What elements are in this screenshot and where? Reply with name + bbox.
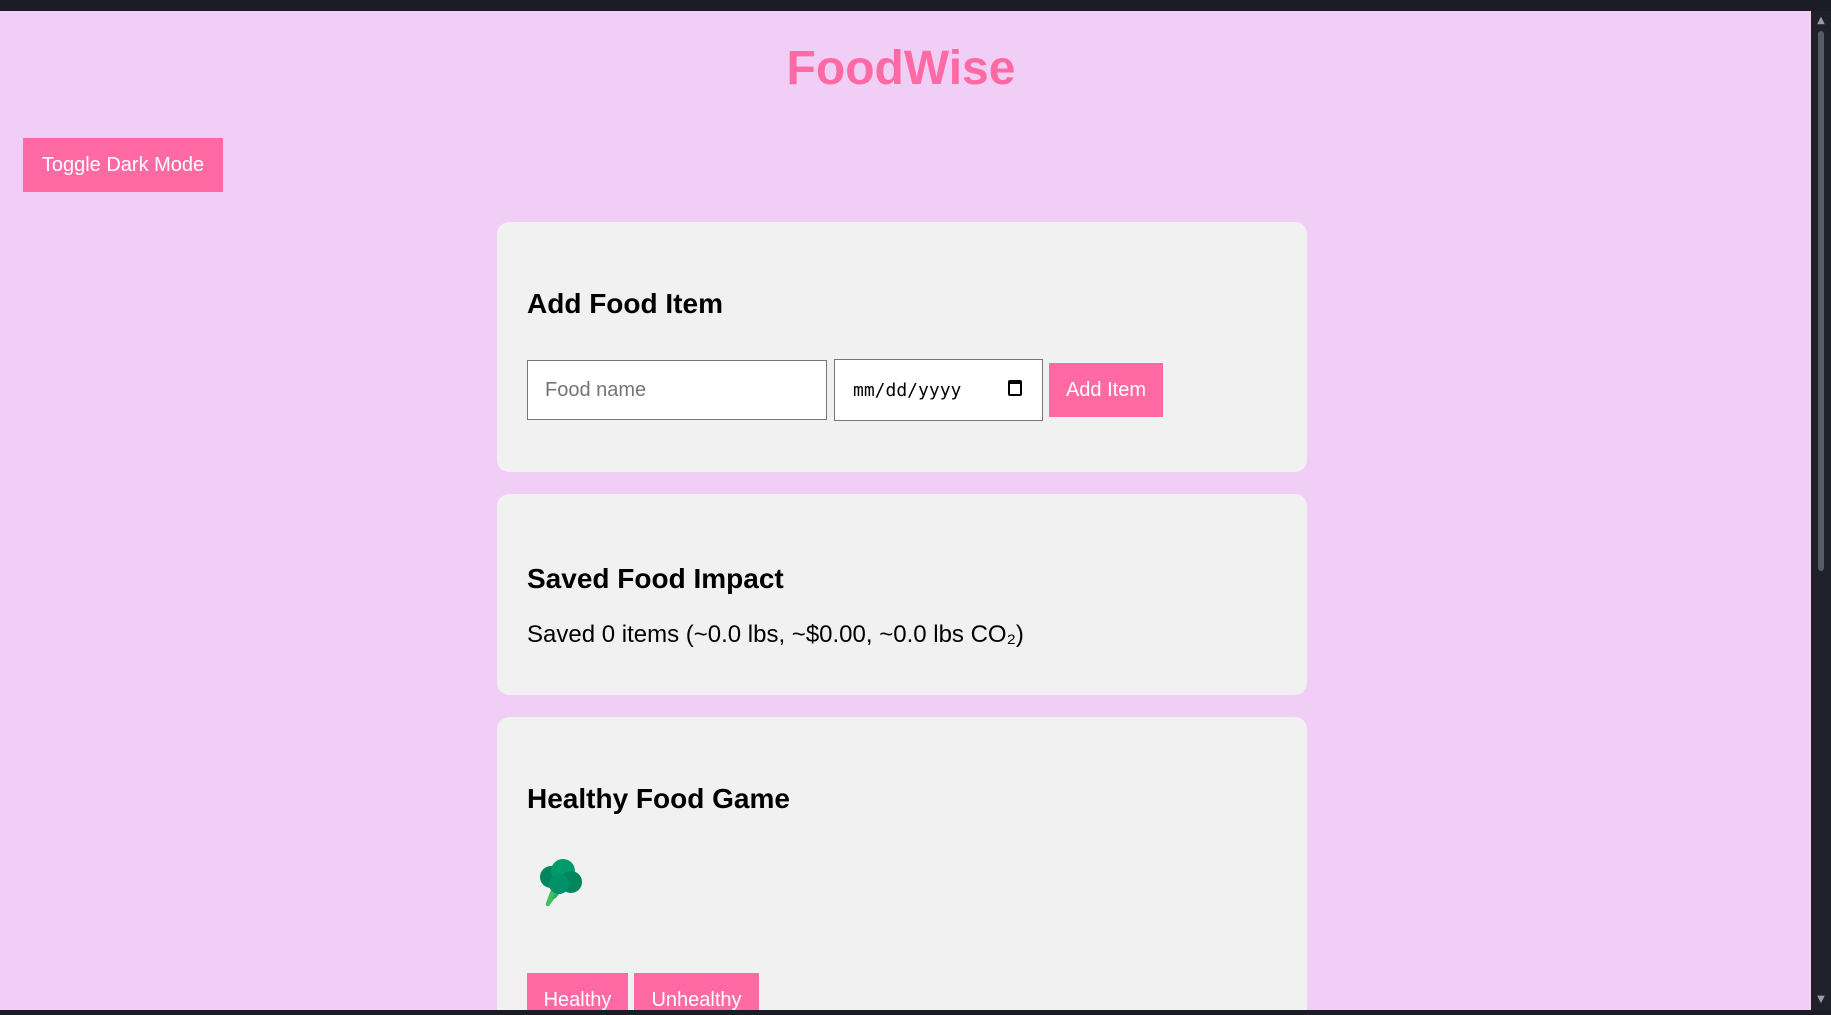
food-name-input[interactable] xyxy=(527,360,827,420)
add-food-card: Add Food Item mm/dd/yyyy Add Item xyxy=(497,222,1307,472)
scroll-thumb[interactable] xyxy=(1818,31,1824,571)
app-title: FoodWise xyxy=(786,42,1016,95)
add-food-heading: Add Food Item xyxy=(527,288,723,319)
unhealthy-button[interactable]: Unhealthy xyxy=(634,973,759,1010)
expiry-date-input[interactable]: mm/dd/yyyy xyxy=(834,359,1043,421)
browser-bottom-edge xyxy=(0,1010,1831,1015)
healthy-game-heading: Healthy Food Game xyxy=(527,783,790,814)
healthy-game-card: Healthy Food Game Healthy Unhealthy xyxy=(497,717,1307,1010)
add-item-button[interactable]: Add Item xyxy=(1049,363,1163,417)
calendar-icon[interactable] xyxy=(1008,380,1022,396)
browser-top-edge xyxy=(0,0,1831,11)
broccoli-icon xyxy=(540,859,582,907)
toggle-dark-mode-button[interactable]: Toggle Dark Mode xyxy=(23,138,223,192)
healthy-button[interactable]: Healthy xyxy=(527,973,628,1010)
saved-impact-heading: Saved Food Impact xyxy=(527,563,784,594)
scroll-down-icon[interactable]: ▼ xyxy=(1811,993,1831,1007)
scroll-up-icon[interactable]: ▲ xyxy=(1811,14,1831,28)
page-viewport: FoodWise Toggle Dark Mode Add Food Item … xyxy=(0,11,1811,1010)
saved-impact-card: Saved Food Impact Saved 0 items (~0.0 lb… xyxy=(497,494,1307,695)
saved-impact-summary: Saved 0 items (~0.0 lbs, ~$0.00, ~0.0 lb… xyxy=(527,621,1024,648)
date-placeholder: mm/dd/yyyy xyxy=(853,380,962,401)
vertical-scrollbar[interactable]: ▲ ▼ xyxy=(1811,11,1831,1010)
